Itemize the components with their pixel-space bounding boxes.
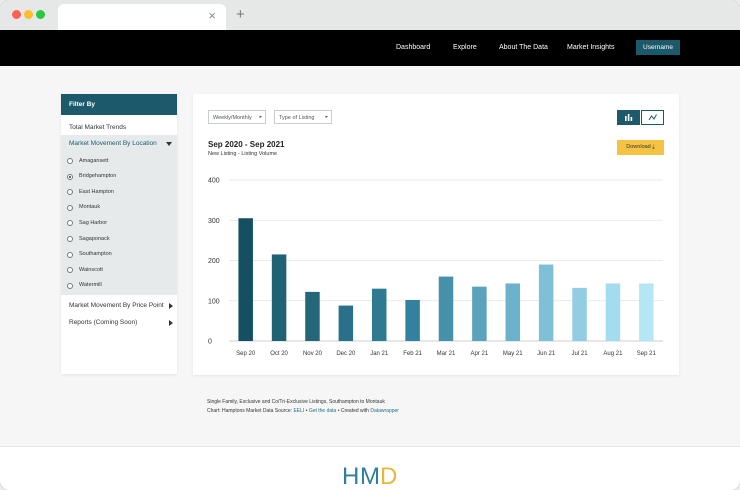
radio-label[interactable]: Amagansett [79, 158, 108, 164]
datawrapper-link[interactable]: Datawrapper [370, 408, 399, 414]
svg-text:M: M [360, 463, 380, 488]
bar[interactable] [572, 287, 587, 341]
x-tick-label: Jan 21 [370, 351, 389, 357]
chevron-down-icon[interactable] [166, 142, 172, 146]
maximize-window-icon[interactable] [36, 10, 45, 19]
browser-titlebar: × + [0, 0, 740, 30]
bar[interactable] [305, 291, 320, 341]
bar[interactable] [605, 283, 621, 341]
x-tick-label: Sep 21 [637, 351, 657, 357]
hmd-logo: H M D [342, 463, 397, 488]
browser-tab[interactable]: × [58, 4, 226, 30]
sidebar-item-reports[interactable]: Reports (Coming Soon) [61, 313, 177, 331]
bar[interactable] [405, 299, 420, 341]
main-content: Filter By Total Market Trends Market Mov… [0, 66, 740, 446]
chevron-right-icon [169, 320, 173, 326]
username-button[interactable]: Username [636, 40, 680, 55]
filter-sidebar: Filter By Total Market Trends Market Mov… [61, 94, 177, 374]
chevron-right-icon [169, 303, 173, 309]
radio-montauk[interactable] [67, 204, 73, 211]
credits-separator: • Created with [336, 408, 371, 414]
radio-east-hampton[interactable] [67, 189, 73, 196]
x-tick-label: Feb 21 [403, 351, 422, 357]
radio-label[interactable]: Sagaponack [79, 236, 110, 242]
y-tick-label: 300 [208, 218, 220, 225]
chart-card: Weekly/Monthly ▸ Type of Listing ▸ Sep 2… [193, 94, 679, 375]
close-tab-icon[interactable]: × [208, 8, 216, 23]
x-tick-label: Nov 20 [303, 351, 323, 357]
bar-chart: 0 100 200 300 400 Sep 20 Oct 20 Nov 20 Dec 20 Jan… [208, 178, 663, 357]
x-tick-label: Apr 21 [471, 351, 489, 357]
sidebar-item-market-movement-by-location[interactable]: Market Movement By Location [61, 140, 157, 147]
bar[interactable] [472, 286, 487, 341]
x-tick-label: Sep 20 [236, 351, 256, 357]
radio-label[interactable]: Sag Harbor [79, 220, 107, 226]
sidebar-item-label: Market Movement By Price Point [69, 302, 164, 309]
minimize-window-icon[interactable] [24, 10, 33, 19]
nav-about-the-data[interactable]: About The Data [499, 44, 548, 51]
nav-market-insights[interactable]: Market Insights [567, 44, 614, 51]
radio-label[interactable]: Bridgehampton [79, 173, 116, 179]
radio-label[interactable]: East Hampton [79, 189, 114, 195]
sidebar-item-total-market-trends[interactable]: Total Market Trends [61, 115, 177, 135]
sidebar-item-label: Market Movement By Location [69, 140, 157, 147]
location-submenu: Market Movement By Location Amagansett Br… [61, 135, 177, 295]
page-footer: H M D [0, 446, 740, 490]
nav-dashboard[interactable]: Dashboard [396, 44, 430, 51]
x-tick-label: Jul 21 [572, 351, 589, 357]
svg-text:D: D [380, 463, 397, 488]
x-tick-label: Mar 21 [437, 351, 456, 357]
y-tick-label: 0 [208, 339, 212, 346]
radio-sagaponack[interactable] [67, 236, 73, 242]
get-data-link[interactable]: Get the data [309, 408, 337, 414]
y-tick-label: 400 [208, 178, 220, 185]
bar[interactable] [238, 218, 253, 341]
browser-window: × + Dashboard Explore About The Data Mar… [0, 0, 740, 490]
top-navigation: Dashboard Explore About The Data Market … [0, 30, 740, 66]
chart-footnote: Single Family, Exclusive and Co/Tri-Excl… [207, 399, 385, 405]
close-window-icon[interactable] [12, 10, 21, 19]
nav-explore[interactable]: Explore [453, 44, 477, 51]
bar[interactable] [338, 305, 354, 341]
bar[interactable] [371, 288, 387, 341]
y-tick-label: 200 [208, 258, 220, 265]
svg-text:H: H [342, 463, 359, 488]
bar[interactable] [271, 254, 287, 341]
radio-wainscott[interactable] [67, 267, 73, 274]
radio-label[interactable]: Southampton [79, 251, 112, 257]
radio-watermill[interactable] [67, 282, 73, 289]
new-tab-icon[interactable]: + [236, 6, 245, 23]
bar[interactable] [505, 283, 521, 341]
radio-sag-harbor[interactable] [67, 220, 73, 227]
source-link[interactable]: EELI [293, 408, 304, 414]
radio-southampton[interactable] [67, 251, 73, 258]
bar[interactable] [639, 283, 654, 341]
x-tick-label: Aug 21 [603, 351, 623, 357]
bar[interactable] [438, 276, 454, 341]
x-tick-label: Oct 20 [270, 351, 288, 357]
filter-heading: Filter By [61, 94, 177, 115]
radio-label[interactable]: Watermill [79, 282, 102, 288]
radio-amagansett[interactable] [67, 158, 73, 164]
radio-label[interactable]: Wainscott [79, 267, 103, 273]
credits-prefix: Chart: Hamptons Market Data Source: [207, 408, 294, 414]
y-tick-label: 100 [208, 298, 220, 305]
bar[interactable] [538, 264, 554, 341]
chart-credits: Chart: Hamptons Market Data Source: EELI… [207, 408, 399, 414]
radio-label[interactable]: Montauk [79, 204, 100, 210]
radio-bridgehampton[interactable] [67, 173, 73, 180]
x-tick-label: Jun 21 [537, 351, 556, 357]
sidebar-item-price-point[interactable]: Market Movement By Price Point [61, 295, 177, 313]
x-tick-label: May 21 [503, 351, 523, 357]
x-tick-label: Dec 20 [336, 351, 356, 357]
sidebar-item-label: Reports (Coming Soon) [69, 319, 138, 326]
